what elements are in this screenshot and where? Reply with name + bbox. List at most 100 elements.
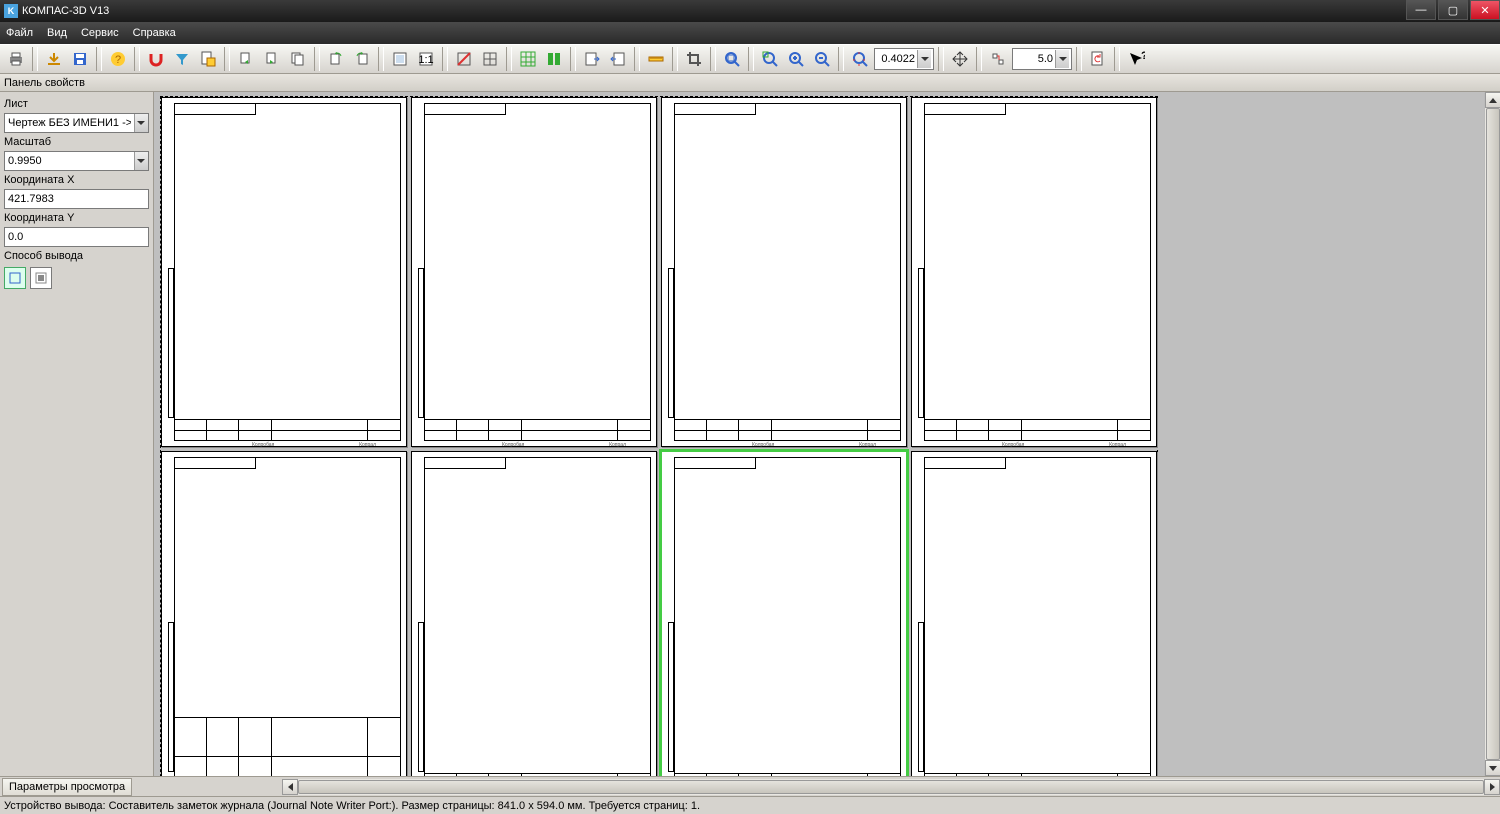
dropdown-icon[interactable] <box>1055 50 1069 68</box>
print-icon[interactable] <box>4 47 28 71</box>
step-combo[interactable] <box>1012 48 1072 70</box>
coordy-field[interactable] <box>4 227 149 247</box>
scroll-up-icon[interactable] <box>1485 92 1500 108</box>
step-icon[interactable] <box>986 47 1010 71</box>
page-setup-icon[interactable] <box>196 47 220 71</box>
whats-this-icon[interactable]: ? <box>1124 47 1148 71</box>
scroll-left-icon[interactable] <box>282 779 298 795</box>
prev-sheet-icon[interactable] <box>234 47 258 71</box>
actual-icon[interactable]: 1:1 <box>414 47 438 71</box>
svg-text:1:1: 1:1 <box>418 54 433 66</box>
maximize-button[interactable]: ▢ <box>1438 0 1468 20</box>
sheet-grid: Колробая Копрал Колробая Копрал Колробая Копр… <box>160 96 1158 776</box>
ruler-icon[interactable] <box>644 47 668 71</box>
scale-label: Масштаб <box>4 136 149 148</box>
svg-text:?: ? <box>1141 50 1145 62</box>
sheet-input[interactable] <box>5 114 134 132</box>
menu-file[interactable]: Файл <box>6 27 33 39</box>
footer-text-right: Копрал <box>609 442 626 448</box>
menu-view[interactable]: Вид <box>47 27 67 39</box>
magnet-icon[interactable] <box>144 47 168 71</box>
tab-bar: Параметры просмотра <box>0 776 1500 796</box>
grid-4-icon[interactable] <box>478 47 502 71</box>
preview-sheet[interactable]: КолробаяКопрал <box>161 97 407 447</box>
help-icon[interactable]: ? <box>106 47 130 71</box>
panel-title: Панель свойств <box>4 77 85 89</box>
preview-sheet[interactable]: КолробаяКопрал <box>161 451 407 776</box>
dropdown-icon[interactable] <box>917 50 931 68</box>
zoom-realtime-icon[interactable] <box>848 47 872 71</box>
zoom-input[interactable] <box>877 50 917 68</box>
coordx-input[interactable] <box>5 190 148 208</box>
footer-text-left: Колробая <box>752 442 774 448</box>
sheet-stack-icon[interactable] <box>286 47 310 71</box>
svg-text:?: ? <box>115 54 121 66</box>
menu-service[interactable]: Сервис <box>81 27 119 39</box>
preview-sheet[interactable]: КолробаяКопрал <box>661 451 907 776</box>
crop-icon[interactable] <box>682 47 706 71</box>
preview-canvas[interactable]: Колробая Копрал Колробая Копрал Колробая Копр… <box>154 92 1500 776</box>
zoom-combo[interactable] <box>874 48 934 70</box>
cut-line-icon[interactable] <box>452 47 476 71</box>
move-out-icon[interactable] <box>580 47 604 71</box>
minimize-button[interactable]: — <box>1406 0 1436 20</box>
fit-icon[interactable] <box>388 47 412 71</box>
rotate-ccw-icon[interactable] <box>324 47 348 71</box>
status-bar: Устройство вывода: Составитель заметок ж… <box>0 796 1500 814</box>
zoom-out-icon[interactable] <box>810 47 834 71</box>
filter-icon[interactable] <box>170 47 194 71</box>
scale-combo[interactable] <box>4 151 149 171</box>
preview-sheet[interactable]: КолробаяКопрал <box>911 451 1157 776</box>
step-input[interactable] <box>1015 50 1055 68</box>
output-mode-1[interactable] <box>4 267 26 289</box>
dropdown-icon[interactable] <box>134 114 148 132</box>
grid-small-green-icon[interactable] <box>516 47 540 71</box>
coordx-field[interactable] <box>4 189 149 209</box>
grid-small-icon[interactable] <box>542 47 566 71</box>
output-label: Способ вывода <box>4 250 149 262</box>
save-config-icon[interactable] <box>68 47 92 71</box>
window-title: КОМПАС-3D V13 <box>22 5 109 17</box>
move-in-icon[interactable] <box>606 47 630 71</box>
dropdown-icon[interactable] <box>134 152 148 170</box>
scroll-thumb[interactable] <box>1486 108 1500 760</box>
refresh-icon[interactable] <box>1086 47 1110 71</box>
coordy-input[interactable] <box>5 228 148 246</box>
zoom-in-icon[interactable] <box>784 47 808 71</box>
tab-preview-params[interactable]: Параметры просмотра <box>2 778 132 796</box>
next-sheet-icon[interactable] <box>260 47 284 71</box>
app-icon: K <box>4 4 18 18</box>
close-button[interactable]: ✕ <box>1470 0 1500 20</box>
scroll-thumb-h[interactable] <box>298 780 1484 794</box>
zoom-fit-icon[interactable] <box>758 47 782 71</box>
property-panel: Лист Масштаб Координата X Координата Y С… <box>0 92 154 776</box>
toolbar: ? 1:1 ? <box>0 44 1500 74</box>
property-panel-header: Панель свойств <box>0 74 1500 92</box>
scale-input[interactable] <box>5 152 134 170</box>
coordy-label: Координата Y <box>4 212 149 224</box>
preview-sheet[interactable]: Колробая Копрал <box>411 97 657 447</box>
preview-sheet[interactable]: КолробаяКопрал <box>411 451 657 776</box>
tab-label: Параметры просмотра <box>9 781 125 793</box>
window-titlebar: K КОМПАС-3D V13 — ▢ ✕ <box>0 0 1500 22</box>
footer-text-right: Копрал <box>1109 442 1126 448</box>
scroll-right-icon[interactable] <box>1484 779 1500 795</box>
coordx-label: Координата X <box>4 174 149 186</box>
sheet-label: Лист <box>4 98 149 110</box>
footer-text-right: Копрал <box>859 442 876 448</box>
sheet-combo[interactable] <box>4 113 149 133</box>
status-text: Устройство вывода: Составитель заметок ж… <box>4 800 700 812</box>
zoom-window-icon[interactable] <box>720 47 744 71</box>
footer-text-right: Копрал <box>359 442 376 448</box>
pan-icon[interactable] <box>948 47 972 71</box>
footer-text-left: Колробая <box>502 442 524 448</box>
output-mode-2[interactable] <box>30 267 52 289</box>
menu-help[interactable]: Справка <box>133 27 176 39</box>
scroll-down-icon[interactable] <box>1485 760 1500 776</box>
load-config-icon[interactable] <box>42 47 66 71</box>
vertical-scrollbar[interactable] <box>1484 92 1500 776</box>
preview-sheet[interactable]: Колробая Копрал <box>661 97 907 447</box>
preview-sheet[interactable]: Колробая Копрал <box>911 97 1157 447</box>
rotate-cw-icon[interactable] <box>350 47 374 71</box>
footer-text-left: Колробая <box>1002 442 1024 448</box>
